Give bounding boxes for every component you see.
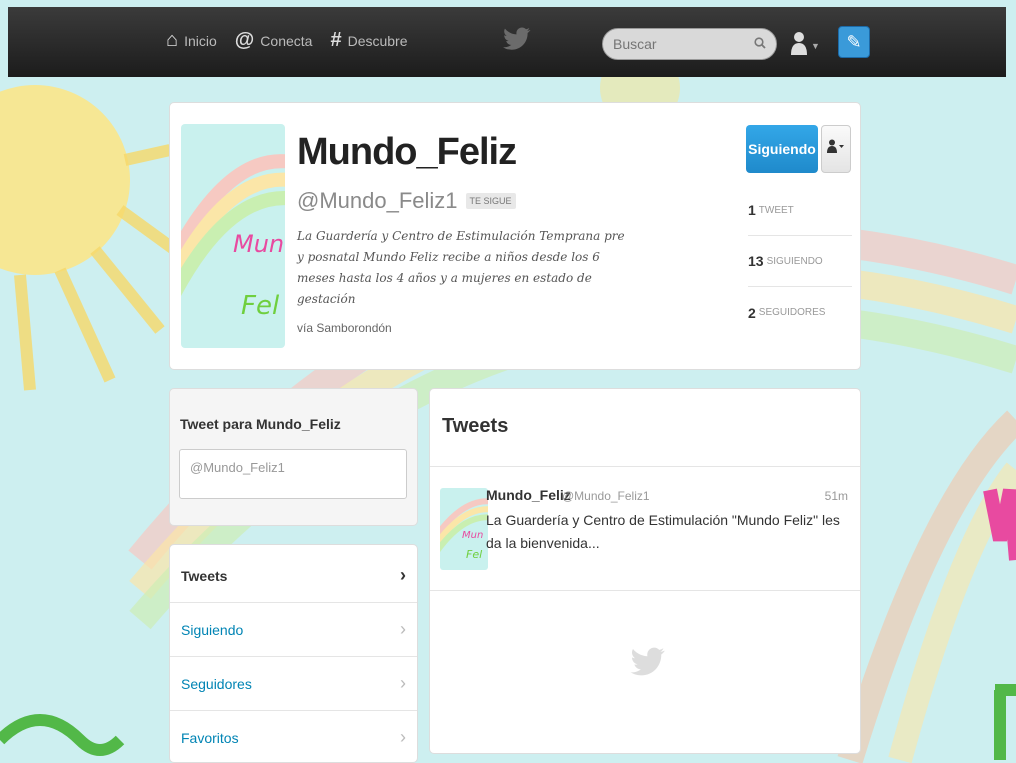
user-actions-icon: [827, 139, 844, 153]
stat-followers[interactable]: 2 SEGUIDORES: [748, 287, 852, 338]
avatar-text-top: Mun: [233, 230, 284, 258]
sidenav-item-tweets[interactable]: Tweets ›: [170, 549, 417, 603]
profile-handle: @Mundo_Feliz1: [297, 188, 458, 213]
tweet-author-handle[interactable]: @Mundo_Feliz1: [562, 489, 650, 503]
twitter-bird-icon: [630, 647, 666, 686]
profile-name: Mundo_Feliz: [297, 131, 517, 173]
tweet-to-input[interactable]: @Mundo_Feliz1: [179, 449, 407, 499]
avatar-text-bottom: Fel: [241, 291, 280, 321]
search-box[interactable]: [602, 28, 777, 60]
following-button[interactable]: Siguiendo: [746, 125, 818, 173]
account-menu[interactable]: ▼: [790, 31, 820, 61]
search-input[interactable]: [613, 36, 743, 52]
stat-following-count: 13: [748, 253, 764, 269]
tweet-text: La Guardería y Centro de Estimulación "M…: [486, 512, 840, 551]
compose-icon: ✎: [846, 32, 862, 52]
avatar-text-top: Mun: [462, 530, 483, 541]
hash-icon: #: [330, 29, 342, 51]
chevron-right-icon: ›: [400, 619, 406, 639]
sidenav-item-followers[interactable]: Seguidores ›: [170, 657, 417, 711]
sidenav-item-label: Seguidores: [181, 675, 252, 692]
profile-avatar[interactable]: Mun Fel: [181, 124, 285, 348]
sidenav-item-favorites[interactable]: Favoritos ›: [170, 711, 417, 762]
sidenav-item-label: Tweets: [181, 567, 228, 584]
top-navigation-bar: ⌂ Inicio @ Conecta # Descubre ▼ ✎: [8, 7, 1006, 77]
nav-connect-label: Conecta: [260, 32, 313, 49]
profile-side-nav: Tweets › Siguiendo › Seguidores › Favori…: [169, 544, 418, 763]
twitter-bird-icon[interactable]: [503, 27, 531, 58]
tweet-to-box: Tweet para Mundo_Feliz @Mundo_Feliz1: [169, 388, 418, 526]
tweet-author-name[interactable]: Mundo_Feliz: [486, 487, 571, 503]
nav-discover-label: Descubre: [347, 32, 408, 49]
nav-home[interactable]: ⌂ Inicio: [166, 29, 217, 52]
chevron-down-icon: ▼: [811, 41, 820, 51]
nav-connect[interactable]: @ Conecta: [235, 29, 313, 52]
compose-tweet-button[interactable]: ✎: [838, 26, 870, 58]
search-icon[interactable]: [754, 36, 766, 52]
stream-title: Tweets: [442, 415, 509, 437]
stat-following-label: SIGUIENDO: [766, 255, 823, 267]
avatar-text-bottom: Fel: [466, 548, 482, 561]
stat-tweets-label: TWEET: [758, 204, 794, 216]
chevron-right-icon: ›: [400, 727, 406, 747]
stat-followers-label: SEGUIDORES: [758, 307, 826, 318]
profile-card: Mun Fel Mundo_Feliz @Mundo_Feliz1 TE SIG…: [169, 102, 861, 370]
stat-following[interactable]: 13 SIGUIENDO: [748, 236, 852, 287]
stat-tweets-count: 1: [748, 202, 756, 218]
follows-you-badge: TE SIGUE: [465, 193, 516, 209]
sidenav-item-label: Siguiendo: [181, 621, 244, 638]
home-icon: ⌂: [166, 29, 179, 51]
at-icon: @: [234, 29, 255, 51]
sidenav-item-label: Favoritos: [181, 729, 239, 746]
profile-bio: La Guardería y Centro de Estimulación Te…: [297, 229, 625, 306]
chevron-right-icon: ›: [400, 673, 406, 693]
tweet-item[interactable]: Mun Fel Mundo_Feliz @Mundo_Feliz1 51m La…: [430, 467, 860, 591]
profile-handle-row: @Mundo_Feliz1 TE SIGUE: [297, 188, 516, 214]
sidenav-item-following[interactable]: Siguiendo ›: [170, 603, 417, 657]
stat-followers-count: 2: [748, 304, 756, 321]
tweet-stream: Tweets Mun Fel Mundo_Feliz @Mundo_Feliz1…: [429, 388, 861, 754]
profile-stats: 1 TWEET 13 SIGUIENDO 2 SEGUIDORES: [748, 185, 852, 338]
nav-discover[interactable]: # Descubre: [330, 29, 407, 52]
primary-nav: ⌂ Inicio @ Conecta # Descubre: [166, 29, 408, 52]
tweet-avatar[interactable]: Mun Fel: [440, 488, 488, 570]
profile-location: vía Samborondón: [297, 321, 392, 335]
tweet-timestamp[interactable]: 51m: [825, 489, 848, 503]
nav-home-label: Inicio: [184, 32, 217, 49]
user-actions-dropdown[interactable]: [821, 125, 851, 173]
chevron-right-icon: ›: [400, 565, 406, 585]
user-icon: [790, 31, 808, 61]
stat-tweets[interactable]: 1 TWEET: [748, 185, 852, 236]
tweet-to-title: Tweet para Mundo_Feliz: [180, 416, 341, 432]
